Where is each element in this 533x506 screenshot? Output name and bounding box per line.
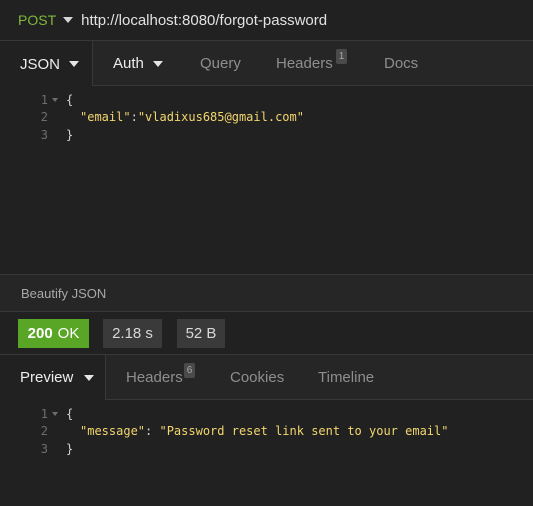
line-number: 3 [40, 128, 48, 142]
close-brace: } [66, 442, 74, 456]
beautify-json-label: Beautify JSON [21, 285, 107, 301]
tab-timeline-label: Timeline [318, 369, 375, 386]
code-line: 1 { [0, 405, 73, 423]
tab-cookies[interactable]: Cookies [230, 355, 284, 400]
line-number: 1 [40, 93, 48, 107]
line-number: 3 [40, 442, 48, 456]
tab-auth-label: Auth [113, 55, 144, 72]
tab-headers-label: Headers [276, 55, 333, 72]
tab-docs-label: Docs [384, 55, 419, 72]
fold-icon[interactable] [52, 412, 58, 416]
tab-query-label: Query [200, 55, 241, 72]
response-size: 52 B [185, 325, 217, 342]
fold-icon[interactable] [52, 98, 58, 102]
method-dropdown-icon[interactable] [63, 17, 74, 23]
line-number: 2 [40, 424, 48, 438]
tab-preview-label: Preview [20, 369, 74, 386]
response-size-badge: 52 B [177, 319, 225, 348]
headers-count-badge: 1 [335, 49, 348, 64]
tab-response-headers-label: Headers [126, 369, 183, 386]
json-value: "Password reset link sent to your email" [159, 424, 449, 438]
status-code: 200 [27, 325, 53, 342]
json-key: "email" [80, 110, 131, 124]
url-bar: POST http://localhost:8080/forgot-passwo… [0, 0, 533, 40]
status-text: OK [57, 325, 80, 342]
tab-query[interactable]: Query [200, 41, 241, 86]
tab-timeline[interactable]: Timeline [318, 355, 374, 400]
chevron-down-icon[interactable] [84, 374, 95, 381]
response-tabs: Preview Headers 6 Cookies Timeline [0, 355, 533, 400]
status-code-badge: 200 OK [18, 319, 89, 348]
tab-response-headers[interactable]: Headers 6 [126, 355, 196, 400]
code-content: "email":"vladixus685@gmail.com" [50, 108, 304, 126]
code-line: 2 "message": "Password reset link sent t… [0, 422, 449, 440]
request-body-editor[interactable]: 1 { 2 "email":"vladixus685@gmail.com" 3 … [0, 86, 533, 274]
tab-docs[interactable]: Docs [384, 41, 418, 86]
json-colon: : [130, 110, 138, 124]
beautify-json-button[interactable]: Beautify JSON [0, 274, 533, 312]
response-time-badge: 2.18 s [103, 319, 162, 348]
tab-headers[interactable]: Headers 1 [276, 41, 348, 86]
tab-cookies-label: Cookies [230, 369, 285, 386]
response-time: 2.18 s [112, 325, 153, 342]
code-line: 3 } [0, 440, 73, 458]
code-line: 2 "email":"vladixus685@gmail.com" [0, 108, 304, 126]
close-brace: } [66, 128, 74, 142]
url-input[interactable]: http://localhost:8080/forgot-password [81, 12, 327, 29]
tab-preview[interactable]: Preview [0, 355, 106, 400]
request-tabs: JSON Auth Query Headers 1 Docs [0, 40, 533, 87]
code-content: "message": "Password reset link sent to … [50, 422, 448, 440]
json-colon: : [145, 424, 160, 438]
chevron-down-icon[interactable] [69, 61, 80, 67]
tab-body-json[interactable]: JSON [0, 41, 93, 87]
code-line: 1 { [0, 91, 73, 109]
json-key: "message" [80, 424, 146, 438]
code-line: 3 } [0, 126, 73, 144]
line-number: 2 [40, 110, 48, 124]
tab-body-json-label: JSON [20, 55, 61, 73]
line-number: 1 [40, 407, 48, 421]
tab-auth[interactable]: Auth [113, 41, 163, 86]
http-method-selector[interactable]: POST [18, 12, 56, 28]
json-value: "vladixus685@gmail.com" [137, 110, 304, 124]
response-status-bar: 200 OK 2.18 s 52 B [0, 312, 533, 355]
response-headers-count-badge: 6 [183, 363, 196, 378]
response-body-viewer[interactable]: 1 { 2 "message": "Password reset link se… [0, 400, 533, 506]
chevron-down-icon[interactable] [152, 60, 163, 67]
